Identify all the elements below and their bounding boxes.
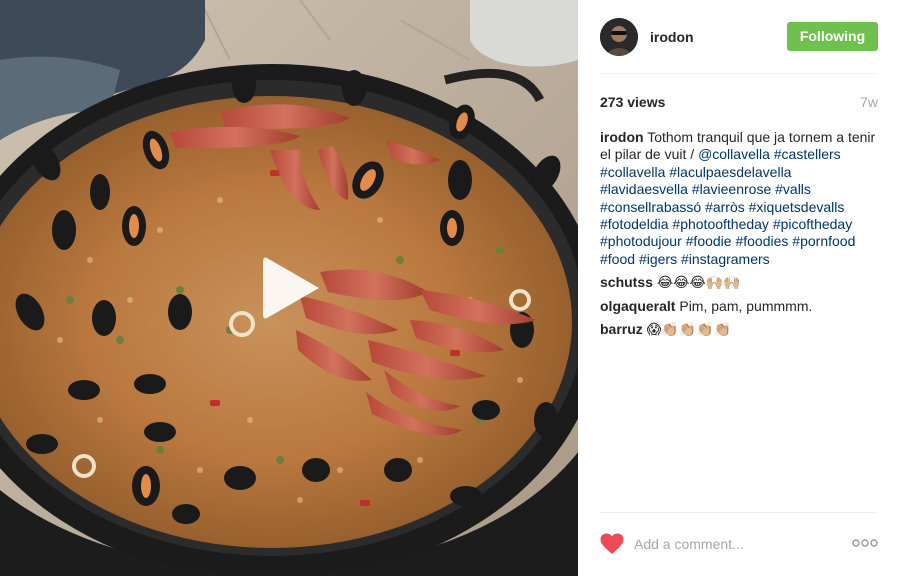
- post-header: irodon Following: [600, 18, 878, 58]
- hashtag-link[interactable]: #foodies: [735, 233, 788, 249]
- add-comment-input[interactable]: [634, 534, 844, 554]
- play-button[interactable]: [255, 252, 327, 324]
- post-caption: irodon Tothom tranquil que ja tornem a t…: [600, 129, 880, 268]
- hashtag-link[interactable]: #foodie: [686, 233, 732, 249]
- hashtag-link[interactable]: #castellers: [774, 146, 841, 162]
- hashtag-link[interactable]: #arròs: [705, 199, 745, 215]
- comment-author[interactable]: olgaqueralt: [600, 298, 675, 314]
- hashtag-link[interactable]: #valls: [775, 181, 811, 197]
- heart-icon[interactable]: [600, 533, 624, 555]
- comments-list: irodon Tothom tranquil que ja tornem a t…: [600, 129, 880, 344]
- caption-text: Tothom tranquil que ja tornem a tenir el…: [600, 129, 875, 267]
- comment-item: olgaqueralt Pim, pam, pummmm.: [600, 298, 880, 315]
- hashtag-link[interactable]: #laculpaesdelavella: [669, 164, 791, 180]
- hashtag-link[interactable]: #lavieenrose: [692, 181, 771, 197]
- hashtag-link[interactable]: #igers: [639, 251, 677, 267]
- post-media[interactable]: [0, 0, 578, 576]
- following-button[interactable]: Following: [787, 22, 878, 51]
- play-icon: [263, 257, 319, 319]
- hashtag-link[interactable]: #fotodeldia: [600, 216, 669, 232]
- comment-text: 😂😂😂🙌🏼🙌🏼: [656, 274, 741, 291]
- avatar[interactable]: [600, 18, 638, 56]
- hashtag-link[interactable]: #photodujour: [600, 233, 682, 249]
- view-count: 273 views: [600, 94, 666, 110]
- hashtag-link[interactable]: #lavidaesvella: [600, 181, 688, 197]
- footer-divider: [600, 512, 878, 513]
- post-stats: 273 views 7w: [600, 94, 878, 112]
- comment-author[interactable]: schutss: [600, 274, 653, 290]
- post-details-panel: irodon Following 273 views 7w irodon Tot…: [578, 0, 900, 576]
- username-link[interactable]: irodon: [650, 29, 694, 45]
- comment-text: 😱👏🏼👏🏼👏🏼👏🏼: [646, 321, 732, 338]
- post-timestamp[interactable]: 7w: [860, 94, 878, 110]
- header-divider: [600, 73, 878, 74]
- hashtag-link[interactable]: #instagramers: [681, 251, 770, 267]
- hashtag-link[interactable]: #photooftheday: [672, 216, 769, 232]
- hashtag-link[interactable]: #picoftheday: [773, 216, 852, 232]
- hashtag-link[interactable]: #xiquetsdevalls: [749, 199, 845, 215]
- hashtag-link[interactable]: #pornfood: [792, 233, 855, 249]
- hashtag-link[interactable]: #consellrabassó: [600, 199, 701, 215]
- post-actions: [600, 530, 878, 560]
- hashtag-link[interactable]: #food: [600, 251, 635, 267]
- comment-author[interactable]: barruz: [600, 321, 643, 337]
- more-options-icon[interactable]: [852, 536, 878, 550]
- avatar-image: [600, 18, 638, 56]
- comment-text: Pim, pam, pummmm.: [679, 297, 813, 314]
- hashtag-link[interactable]: #collavella: [600, 164, 665, 180]
- comment-item: schutss 😂😂😂🙌🏼🙌🏼: [600, 274, 880, 291]
- hashtag-link[interactable]: @collavella: [698, 146, 770, 162]
- caption-author[interactable]: irodon: [600, 129, 644, 145]
- comment-item: barruz 😱👏🏼👏🏼👏🏼👏🏼: [600, 321, 880, 338]
